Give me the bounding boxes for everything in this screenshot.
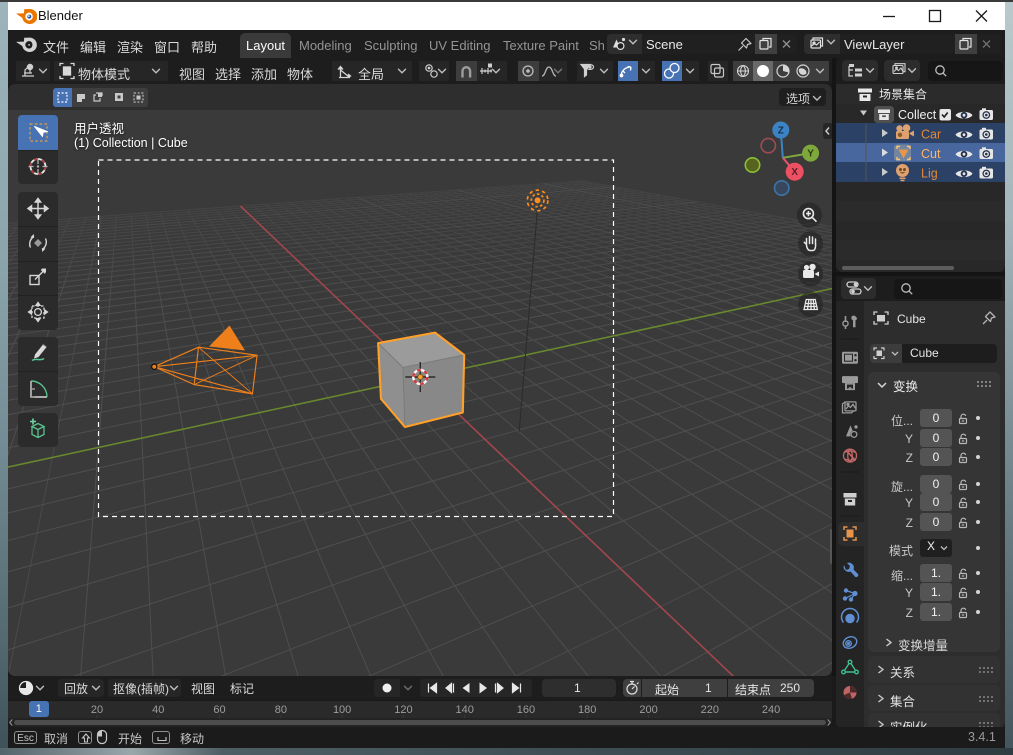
svg-text:220: 220 [701,704,719,716]
svg-text:Car: Car [921,128,941,142]
svg-text:场景集合: 场景集合 [879,86,927,103]
svg-text:Lig: Lig [921,167,938,181]
svg-text:40: 40 [152,704,164,716]
svg-text:Collect: Collect [898,108,937,122]
svg-text:180: 180 [578,704,596,716]
svg-text:100: 100 [333,704,351,716]
svg-text:140: 140 [456,704,474,716]
svg-text:Cut: Cut [921,147,941,161]
svg-text:200: 200 [639,704,657,716]
svg-text:160: 160 [517,704,535,716]
svg-text:20: 20 [91,704,103,716]
svg-text:120: 120 [394,704,412,716]
svg-text:80: 80 [275,704,287,716]
svg-text:60: 60 [213,704,225,716]
svg-text:240: 240 [762,704,780,716]
